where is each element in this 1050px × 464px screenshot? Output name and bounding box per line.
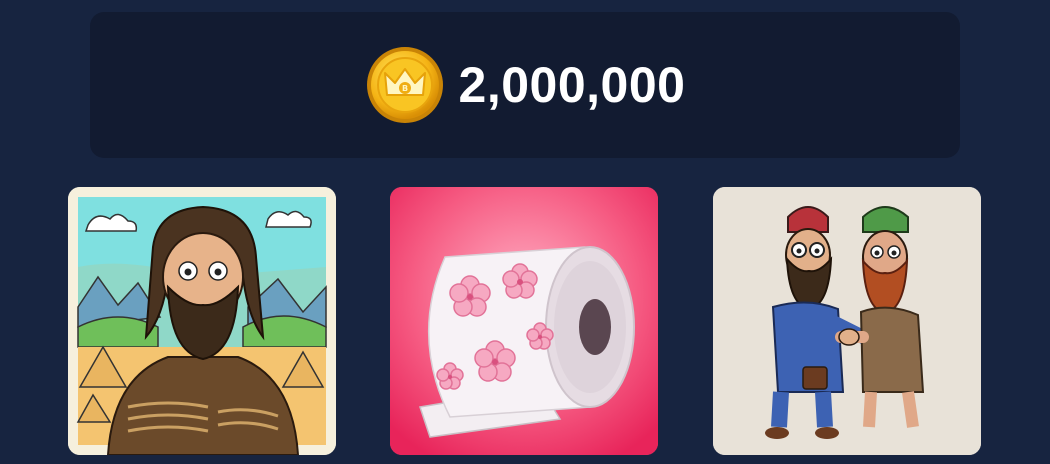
crown-coin-icon: B (366, 47, 443, 123)
bearded-man-mona-lisa-image (68, 187, 336, 455)
two-bearded-men-handshake-image (713, 187, 981, 455)
item-card-mona-lisa[interactable] (68, 187, 336, 455)
item-card-toilet-paper[interactable] (390, 187, 658, 455)
item-card-handshake[interactable] (713, 187, 981, 455)
balance-amount: 2,000,000 (458, 57, 686, 113)
balance-display: B 2,000,000 (365, 45, 686, 125)
cherry-blossom-toilet-paper-image (390, 187, 658, 455)
svg-text:B: B (401, 84, 407, 93)
balance-panel: B 2,000,000 (90, 12, 960, 158)
